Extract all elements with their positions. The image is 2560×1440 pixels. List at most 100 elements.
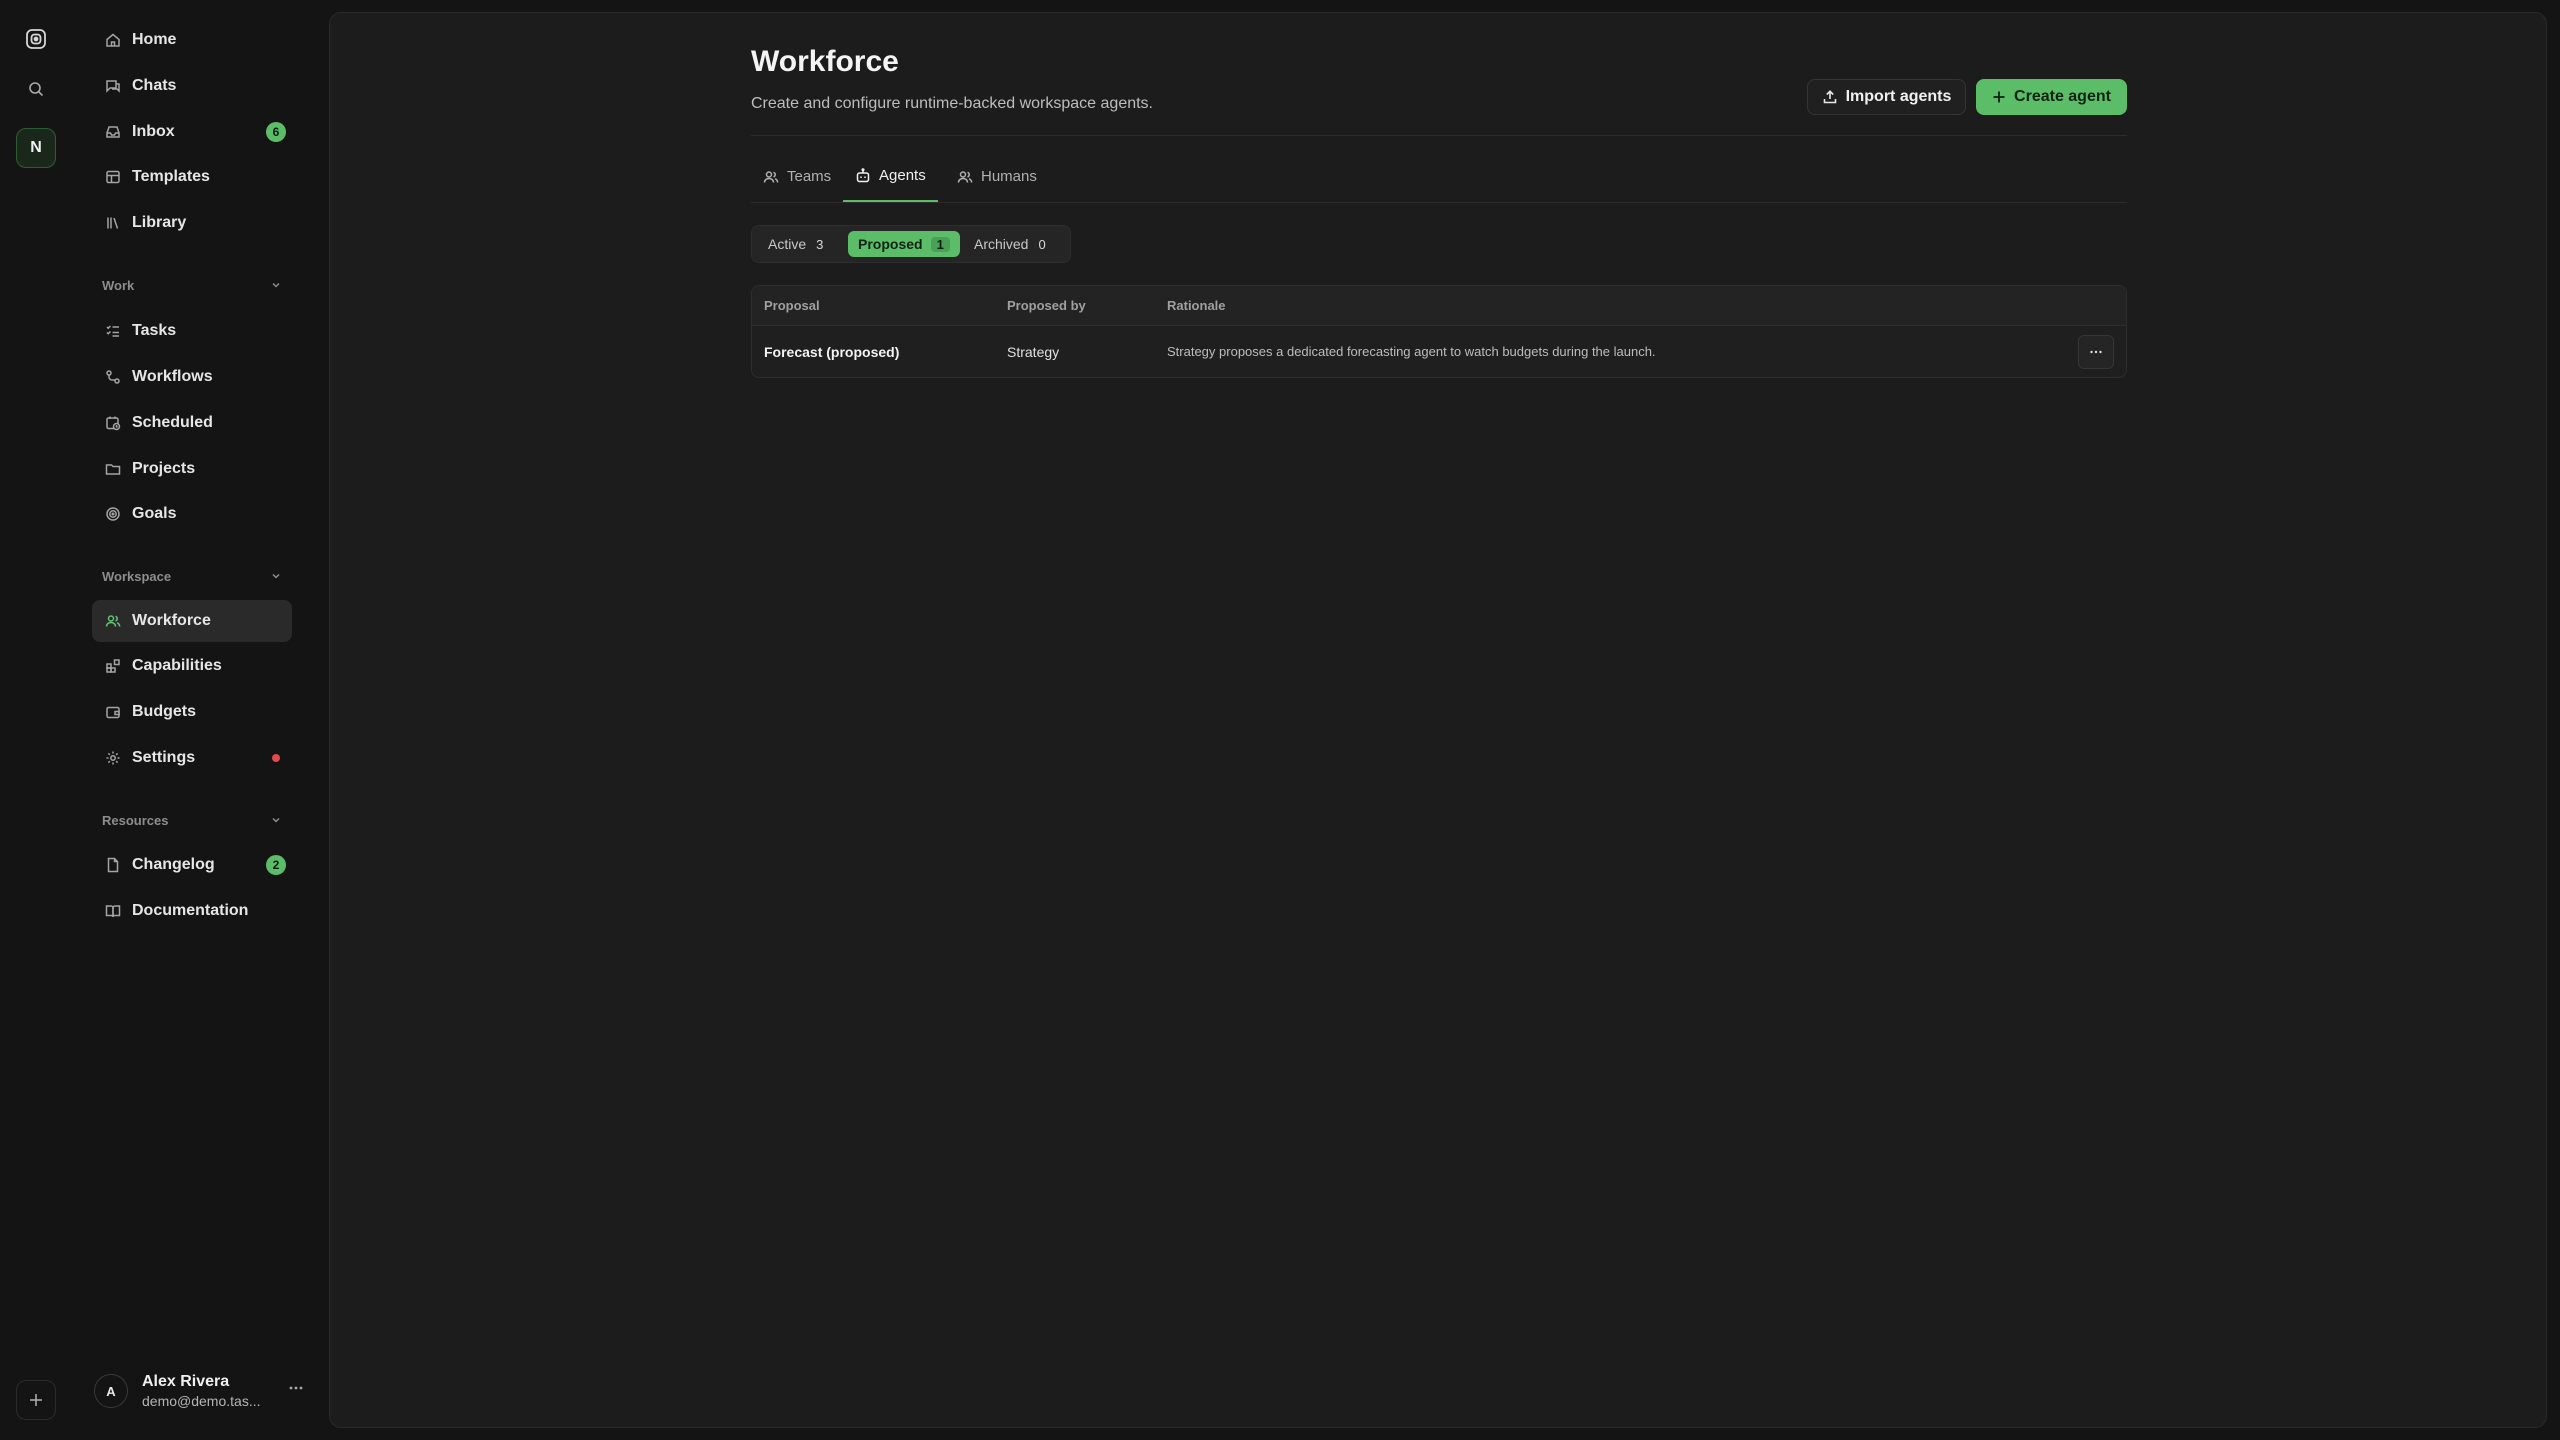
- workspace-switcher[interactable]: N: [16, 128, 56, 168]
- proposal-name: Forecast (proposed): [764, 344, 900, 360]
- tab-label: Teams: [787, 168, 832, 185]
- sidebar-item-label: Changelog: [132, 856, 215, 873]
- create-agent-button[interactable]: Create agent: [1976, 79, 2127, 115]
- sidebar-item-tasks[interactable]: Tasks: [92, 310, 292, 352]
- sidebar-item-budgets[interactable]: Budgets: [92, 691, 292, 733]
- filter-label: Proposed: [858, 236, 923, 252]
- sidebar-item-label: Settings: [132, 749, 196, 766]
- avatar: A: [94, 1374, 128, 1408]
- page-subtitle: Create and configure runtime-backed work…: [751, 95, 1153, 112]
- sidebar-item-workflows[interactable]: Workflows: [92, 356, 292, 398]
- sidebar-item-chats[interactable]: Chats: [92, 65, 292, 107]
- tab-teams[interactable]: Teams: [751, 151, 843, 202]
- sidebar-item-changelog[interactable]: Changelog 2: [92, 844, 292, 886]
- tab-bar: Teams Agents Humans: [751, 151, 2127, 203]
- gear-icon: [104, 749, 122, 767]
- sidebar-item-label: Workflows: [132, 368, 213, 385]
- calendar-clock-icon: [104, 414, 122, 432]
- bot-icon: [856, 167, 870, 182]
- section-resources[interactable]: Resources: [102, 808, 282, 832]
- filter-active[interactable]: Active 3: [758, 231, 833, 257]
- import-agents-button[interactable]: Import agents: [1807, 79, 1966, 115]
- user-info: Alex Rivera demo@demo.tas...: [142, 1373, 261, 1409]
- inbox-icon: [104, 123, 122, 141]
- rationale: Strategy proposes a dedicated forecastin…: [1167, 344, 1656, 359]
- template-icon: [104, 168, 122, 186]
- workflow-icon: [104, 368, 122, 386]
- sidebar-item-templates[interactable]: Templates: [92, 156, 292, 198]
- app-logo-icon[interactable]: [16, 19, 56, 59]
- sidebar-item-scheduled[interactable]: Scheduled: [92, 402, 292, 444]
- filter-label: Archived: [974, 236, 1029, 252]
- sidebar-item-label: Library: [132, 214, 187, 231]
- section-workspace[interactable]: Workspace: [102, 564, 282, 588]
- sidebar-item-home[interactable]: Home: [92, 19, 292, 61]
- users-icon: [957, 170, 973, 183]
- table-row[interactable]: Forecast (proposed) Strategy Strategy pr…: [752, 326, 2126, 377]
- sidebar-item-settings[interactable]: Settings: [92, 737, 292, 779]
- more-horizontal-icon: [2090, 350, 2102, 354]
- section-label: Work: [102, 277, 135, 293]
- home-icon: [104, 31, 122, 49]
- section-label: Workspace: [102, 568, 172, 584]
- sidebar-item-label: Scheduled: [132, 414, 213, 431]
- sidebar-item-label: Projects: [132, 460, 196, 477]
- user-email: demo@demo.tas...: [142, 1393, 261, 1409]
- sidebar-item-label: Tasks: [132, 322, 177, 339]
- search-icon[interactable]: [16, 69, 56, 109]
- row-actions-button[interactable]: [2078, 335, 2114, 369]
- status-filter: Active 3 Proposed 1 Archived 0: [751, 225, 1071, 263]
- upload-icon: [1823, 90, 1836, 104]
- user-menu[interactable]: A Alex Rivera demo@demo.tas...: [94, 1366, 304, 1416]
- proposals-table: Proposal Proposed by Rationale Forecast …: [751, 285, 2127, 378]
- tab-agents[interactable]: Agents: [843, 151, 938, 202]
- sidebar: Home Chats Inbox 6 Templates Library Wor…: [72, 0, 328, 1440]
- filter-count: 1: [930, 236, 950, 252]
- sidebar-item-label: Chats: [132, 77, 177, 94]
- sidebar-item-library[interactable]: Library: [92, 202, 292, 244]
- chevron-down-icon: [270, 570, 282, 582]
- chat-icon: [104, 77, 122, 95]
- sidebar-item-label: Workforce: [132, 612, 211, 629]
- sidebar-item-label: Budgets: [132, 703, 196, 720]
- sidebar-item-projects[interactable]: Projects: [92, 448, 292, 490]
- filter-count: 3: [816, 236, 824, 252]
- proposed-by: Strategy: [1007, 344, 1060, 360]
- target-icon: [104, 505, 122, 523]
- left-rail: N: [0, 0, 72, 1440]
- sidebar-item-inbox[interactable]: Inbox 6: [92, 111, 292, 153]
- wallet-icon: [104, 703, 122, 721]
- chevron-down-icon: [270, 279, 282, 291]
- filter-proposed[interactable]: Proposed 1: [848, 231, 960, 257]
- file-icon: [104, 856, 122, 874]
- sidebar-item-label: Templates: [132, 168, 210, 185]
- tab-humans[interactable]: Humans: [945, 151, 1049, 202]
- plus-icon: [1993, 91, 2005, 103]
- sidebar-item-goals[interactable]: Goals: [92, 493, 292, 535]
- main-panel: Workforce Create and configure runtime-b…: [329, 12, 2547, 1428]
- sidebar-item-capabilities[interactable]: Capabilities: [92, 645, 292, 687]
- inbox-count-badge: 6: [266, 122, 286, 142]
- section-work[interactable]: Work: [102, 273, 282, 297]
- filter-count: 0: [1038, 236, 1046, 252]
- library-icon: [104, 214, 122, 232]
- sidebar-item-label: Goals: [132, 505, 177, 522]
- create-agent-label: Create agent: [2014, 88, 2111, 105]
- plus-icon: [30, 1394, 42, 1406]
- book-icon: [104, 902, 122, 920]
- sidebar-item-workforce[interactable]: Workforce: [92, 600, 292, 642]
- users-icon: [104, 612, 122, 630]
- section-label: Resources: [102, 812, 169, 828]
- sidebar-item-label: Capabilities: [132, 657, 222, 674]
- tab-label: Agents: [879, 167, 926, 184]
- sidebar-item-documentation[interactable]: Documentation: [92, 890, 292, 932]
- tasks-icon: [104, 322, 122, 340]
- users-icon: [763, 170, 779, 183]
- more-horizontal-icon[interactable]: [288, 1380, 304, 1396]
- user-name: Alex Rivera: [142, 1373, 230, 1390]
- sidebar-item-label: Documentation: [132, 902, 249, 919]
- page-title: Workforce: [751, 45, 899, 78]
- column-header-proposal: Proposal: [764, 298, 820, 313]
- add-workspace-button[interactable]: [16, 1380, 56, 1420]
- filter-archived[interactable]: Archived 0: [964, 231, 1056, 257]
